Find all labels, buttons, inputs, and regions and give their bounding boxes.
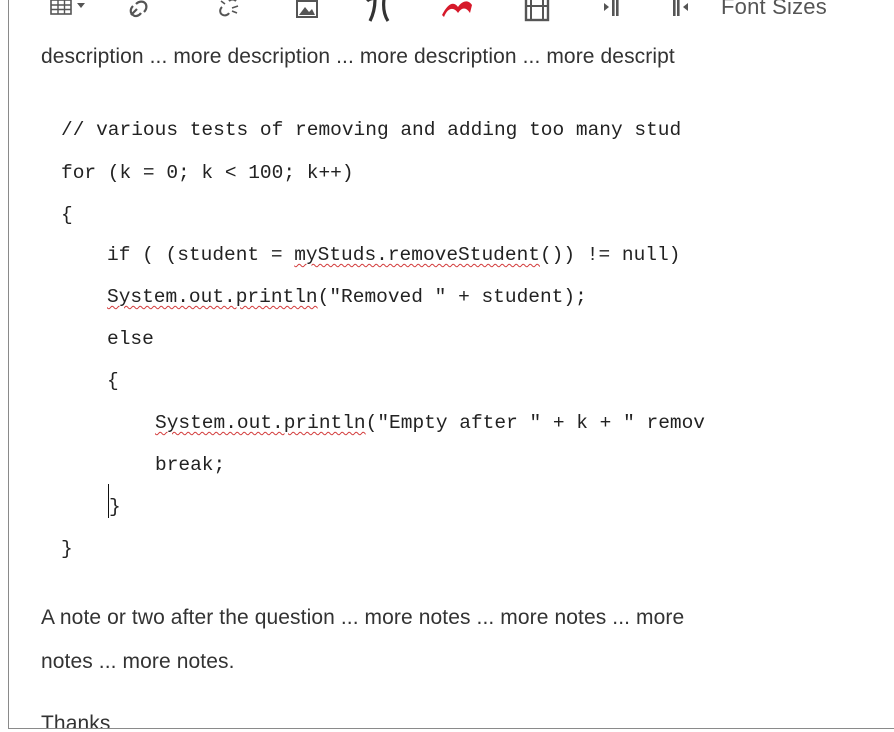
code-inner-close-brace: } — [109, 496, 121, 518]
link-icon[interactable] — [121, 0, 157, 24]
description-paragraph: description ... more description ... mor… — [41, 45, 675, 68]
rtl-icon[interactable] — [663, 0, 699, 24]
media-icon[interactable] — [517, 0, 557, 24]
notes-paragraph-line-1: A note or two after the question ... mor… — [41, 606, 685, 629]
notes-paragraph-line-2: notes ... more notes. — [41, 650, 235, 673]
code-println-empty-suffix: ("Empty after " + k + " remov — [365, 412, 705, 434]
font-sizes-label: Font Sizes — [721, 0, 827, 19]
image-icon[interactable] — [289, 0, 325, 24]
pi-icon[interactable] — [359, 0, 399, 24]
ltr-icon[interactable] — [593, 0, 629, 24]
font-sizes-dropdown[interactable]: Font Sizes — [721, 0, 861, 24]
flash-icon[interactable] — [437, 0, 477, 24]
text-caret — [108, 484, 109, 518]
code-close-brace: } — [61, 538, 73, 560]
code-comment-line: // various tests of removing and adding … — [61, 119, 682, 141]
code-println-removed-suffix: ("Removed " + student); — [317, 286, 587, 308]
code-if-prefix: if ( (student = — [107, 244, 295, 266]
table-icon[interactable] — [45, 0, 95, 24]
code-break-line: break; — [155, 454, 226, 476]
code-println-empty-line: System.out.println("Empty after " + k + … — [155, 412, 705, 434]
code-if-line: if ( (student = myStuds.removeStudent())… — [107, 244, 680, 266]
code-if-suffix: ()) != null) — [539, 244, 681, 266]
code-inner-open-brace: { — [107, 370, 119, 392]
code-for-line: for (k = 0; k < 100; k++) — [61, 162, 354, 184]
rich-text-editor[interactable]: Font Sizes description ... more descript… — [8, 0, 894, 729]
thanks-paragraph: Thanks — [41, 712, 111, 729]
code-println-removed-line: System.out.println("Removed " + student)… — [107, 286, 587, 308]
code-else-line: else — [107, 328, 154, 350]
spellcheck-flagged-word: myStuds.removeStudent — [294, 244, 540, 266]
code-open-brace: { — [61, 204, 73, 226]
spellcheck-flagged-word: System.out.println — [155, 412, 366, 434]
editor-toolbar: Font Sizes — [9, 0, 894, 24]
unlink-icon[interactable] — [211, 0, 247, 24]
spellcheck-flagged-word: System.out.println — [107, 286, 318, 308]
